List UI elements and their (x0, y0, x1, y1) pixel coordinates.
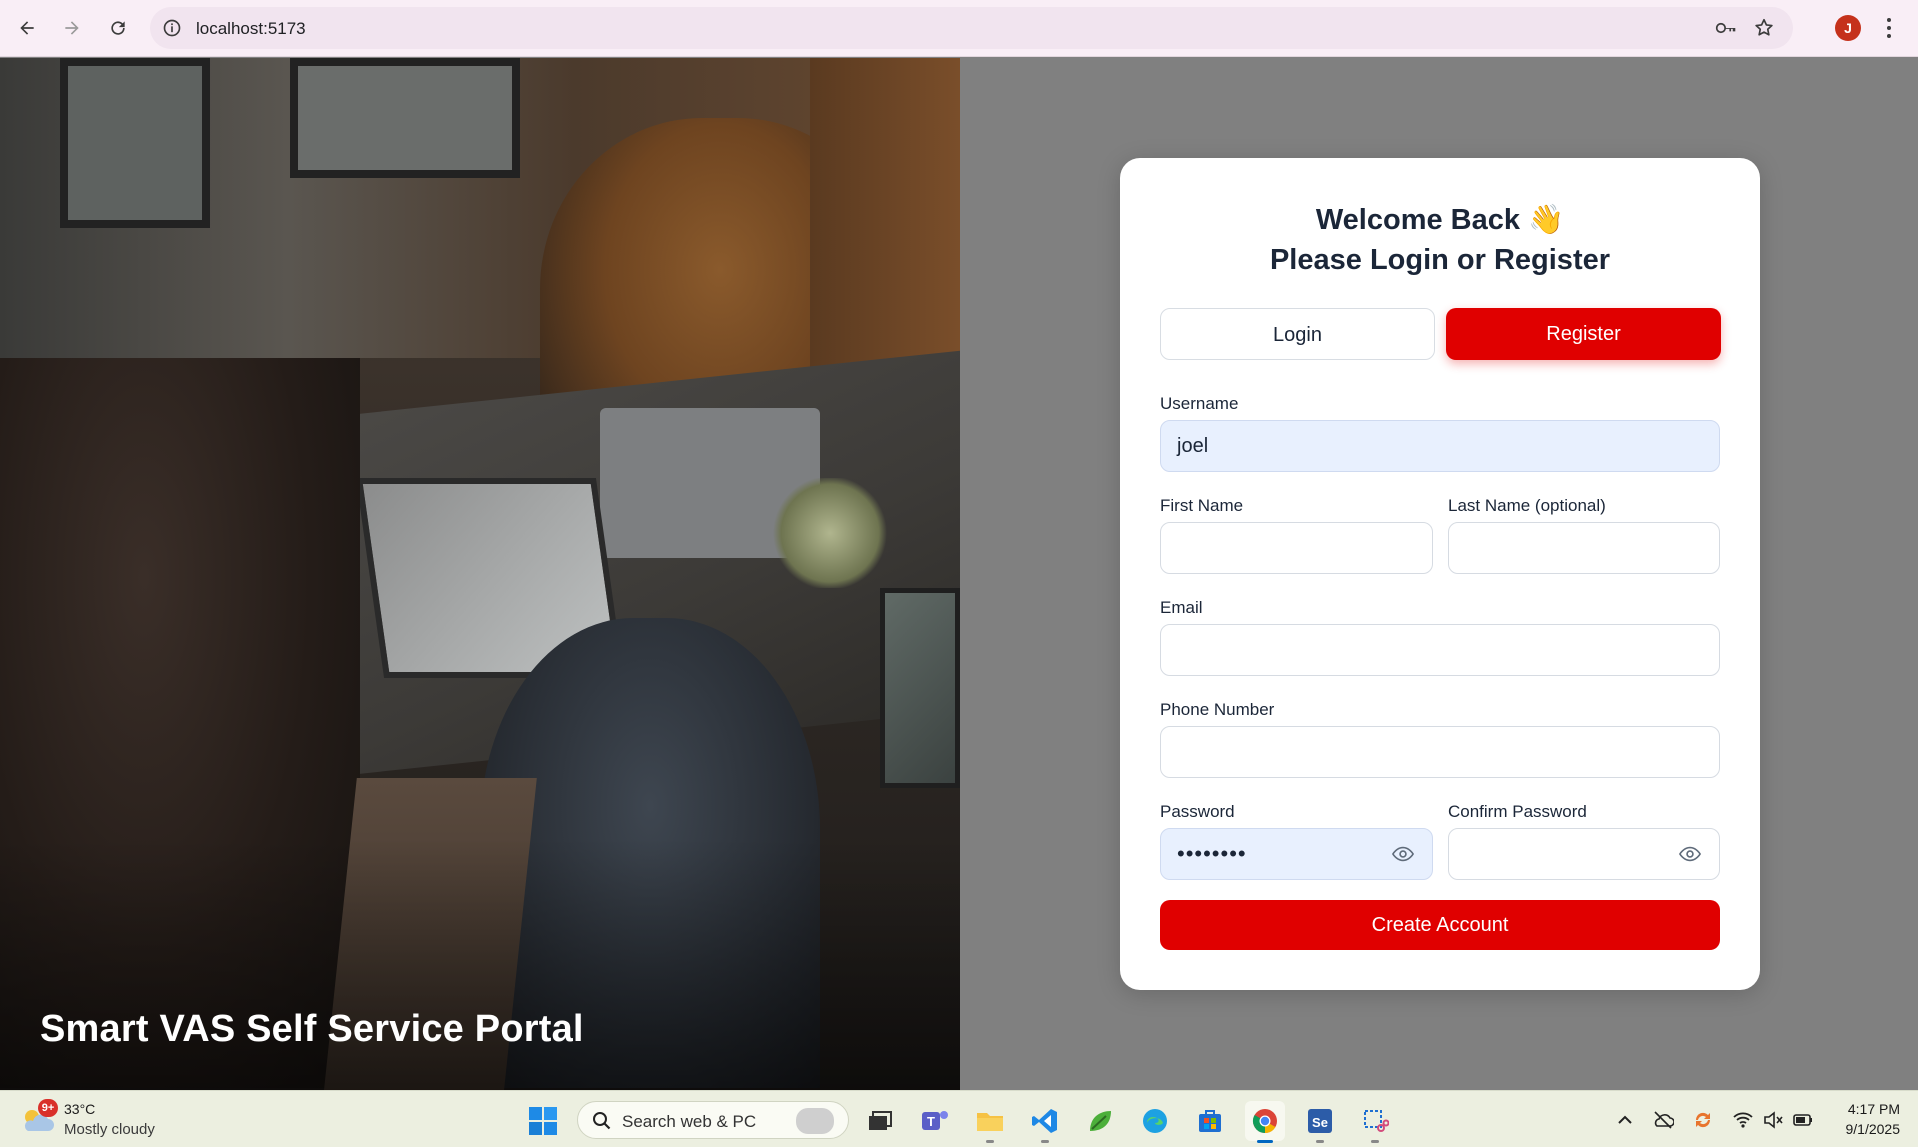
username-value: joel (1177, 435, 1209, 457)
reload-button[interactable] (100, 10, 136, 46)
speaker-muted-icon[interactable] (1762, 1109, 1784, 1131)
leaf-app-icon (1090, 1111, 1111, 1131)
confirm-password-field[interactable] (1448, 828, 1720, 880)
running-indicator (1316, 1140, 1324, 1143)
edge-button[interactable] (1135, 1101, 1175, 1141)
laptop-right (880, 588, 960, 788)
welcome-text: Welcome Back 👋 (1315, 204, 1565, 236)
onedrive-offline-icon[interactable] (1652, 1109, 1674, 1131)
clock-date[interactable]: 9/1/2025 (1820, 1121, 1901, 1137)
search-placeholder: Search web & PC (622, 1112, 757, 1131)
phone-label: Phone Number (1160, 700, 1275, 719)
card-heading: Welcome Back 👋 Please Login or Register (1120, 200, 1760, 280)
weather-temperature[interactable]: 33°C (64, 1101, 95, 1117)
password-key-icon[interactable] (1715, 19, 1737, 37)
windows-start-icon[interactable] (528, 1106, 558, 1136)
forward-button[interactable] (54, 10, 90, 46)
confirm-password-label: Confirm Password (1448, 802, 1587, 821)
hero-overlay (0, 838, 960, 1090)
last-name-field[interactable] (1448, 522, 1720, 574)
portal-title: Smart VAS Self Service Portal (40, 1008, 584, 1050)
vscode-icon (1032, 1109, 1057, 1133)
clock-time[interactable]: 4:17 PM (1832, 1101, 1900, 1117)
browser-toolbar: localhost:5173 J (0, 0, 1918, 57)
selenium-icon: Se (1308, 1109, 1332, 1133)
file-explorer-button[interactable] (970, 1101, 1010, 1143)
last-name-label: Last Name (optional) (1448, 496, 1606, 515)
snipping-tool-icon (1364, 1110, 1389, 1132)
task-view-icon (869, 1111, 892, 1130)
back-button[interactable] (9, 10, 45, 46)
wood-wall (810, 58, 960, 398)
show-password-icon[interactable] (1392, 845, 1414, 863)
email-field[interactable] (1160, 624, 1720, 676)
phone-field[interactable] (1160, 726, 1720, 778)
search-highlight-icon (796, 1108, 834, 1134)
green-app-button[interactable] (1080, 1101, 1120, 1141)
sync-icon[interactable] (1692, 1109, 1714, 1131)
arrow-right-icon (65, 21, 79, 35)
vscode-button[interactable] (1025, 1101, 1065, 1143)
taskbar: 9+ 33°C Mostly cloudy Search web & PC T … (0, 1090, 1918, 1147)
arrow-left-icon (20, 21, 34, 35)
teams-button[interactable]: T (915, 1101, 955, 1141)
window-pane (60, 58, 210, 228)
chevron-up-icon[interactable] (1614, 1109, 1636, 1131)
bookmark-star-icon[interactable] (1753, 17, 1775, 39)
password-label: Password (1160, 802, 1235, 821)
battery-network-icon[interactable] (1792, 1109, 1814, 1131)
window-pane (290, 58, 520, 178)
hero-image: Smart VAS Self Service Portal (0, 58, 960, 1090)
url-text[interactable]: localhost:5173 (196, 19, 306, 39)
store-button[interactable] (1190, 1101, 1230, 1141)
first-name-field[interactable] (1160, 522, 1433, 574)
show-confirm-password-icon[interactable] (1679, 845, 1701, 863)
password-value: •••••••• (1177, 841, 1247, 866)
password-field[interactable]: •••••••• (1160, 828, 1433, 880)
svg-text:Se: Se (1312, 1115, 1328, 1130)
profile-avatar[interactable]: J (1835, 15, 1861, 41)
svg-text:T: T (927, 1114, 935, 1129)
username-field[interactable]: joel (1160, 420, 1720, 472)
weather-description[interactable]: Mostly cloudy (64, 1121, 155, 1138)
running-indicator (1371, 1140, 1379, 1143)
chrome-icon (1252, 1109, 1277, 1133)
reload-icon (111, 21, 125, 35)
auth-card: Welcome Back 👋 Please Login or Register … (1120, 158, 1760, 990)
weather-badge: 9+ (38, 1099, 58, 1117)
plant (770, 478, 890, 588)
snipping-tool-button[interactable] (1355, 1101, 1395, 1143)
active-indicator (1257, 1140, 1273, 1143)
folder-icon (977, 1113, 1003, 1131)
site-info-icon[interactable] (162, 18, 182, 38)
task-view-button[interactable] (860, 1101, 900, 1141)
taskbar-search[interactable]: Search web & PC (577, 1101, 849, 1139)
more-menu-icon[interactable] (1885, 17, 1893, 39)
username-label: Username (1160, 394, 1239, 413)
running-indicator (1041, 1140, 1049, 1143)
create-account-button[interactable]: Create Account (1160, 900, 1720, 950)
login-register-text: Please Login or Register (1269, 244, 1611, 276)
chrome-button[interactable] (1245, 1101, 1285, 1143)
edge-icon (1143, 1109, 1167, 1133)
tab-login[interactable]: Login (1160, 308, 1435, 360)
teams-icon: T (922, 1111, 948, 1130)
store-icon (1199, 1110, 1221, 1132)
address-bar[interactable]: localhost:5173 (150, 7, 1793, 49)
email-label: Email (1160, 598, 1203, 617)
tab-register[interactable]: Register (1446, 308, 1721, 360)
wifi-icon[interactable] (1732, 1109, 1754, 1131)
running-indicator (986, 1140, 994, 1143)
search-icon (593, 1112, 611, 1130)
first-name-label: First Name (1160, 496, 1244, 515)
selenium-button[interactable]: Se (1300, 1101, 1340, 1143)
